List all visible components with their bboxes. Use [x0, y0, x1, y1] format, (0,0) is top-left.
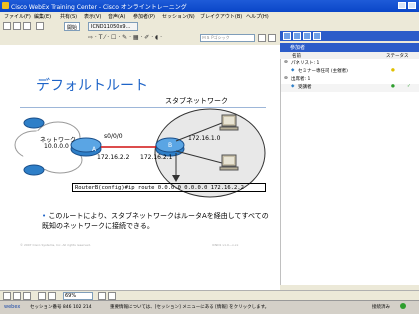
slide-bullet: • このルートにより、スタブネットワークはルータAを経由してすべての既知のネット… — [42, 212, 269, 230]
status-bar: webex セッション番号 846 102 214 重要情報については、[セッシ… — [0, 300, 419, 314]
presentation-stage: デフォルトルート スタブネットワーク ネットワーク 10.0.0.0 A B s… — [0, 45, 280, 290]
router-a-label: A — [92, 146, 97, 153]
notes-icon[interactable] — [303, 32, 311, 40]
router-b-label: B — [168, 142, 173, 149]
menu-participant[interactable]: 参加者(P) — [133, 13, 155, 20]
menu-help[interactable]: ヘルプ(H) — [246, 13, 269, 20]
font-field[interactable]: ＭＳ Pゴシック — [200, 34, 255, 42]
split-view-icon[interactable] — [23, 292, 31, 300]
menu-audio[interactable]: 音声(A) — [108, 13, 125, 20]
annotation-tools[interactable]: ⇨ · T ⁄ · ☐ · ✎ · ▦ · ✐ · ◖ · — [88, 34, 162, 41]
undo-icon[interactable] — [38, 292, 46, 300]
menu-edit[interactable]: 編集(E) — [34, 13, 51, 20]
route-command: RouterB(config)#ip route 0.0.0.0 0.0.0.0… — [72, 183, 266, 192]
slide-footer-right: ICND1 v1.0—x-xx — [212, 243, 239, 247]
zoom-select[interactable]: 69% — [63, 292, 93, 300]
document-toolbar: 開始 ICND11050x9... — [0, 21, 280, 31]
chat-icon[interactable] — [293, 32, 301, 40]
session-number: セッション番号 846 102 214 — [30, 305, 92, 310]
participants-header: 参加者 — [280, 43, 419, 52]
menu-session[interactable]: セッション(N) — [162, 13, 195, 20]
minimize-icon[interactable] — [398, 2, 406, 9]
pc-icon — [219, 114, 239, 131]
connection-status: 接続済み — [372, 305, 390, 310]
webex-logo: webex — [4, 304, 21, 310]
menu-file[interactable]: ファイル(F) — [4, 13, 31, 20]
interface-label: s0/0/0 — [104, 133, 123, 140]
list-item[interactable]: ⊖ パネリスト: 1 — [281, 60, 419, 68]
thumbnail-icon[interactable] — [3, 292, 11, 300]
next-page-icon[interactable] — [268, 34, 276, 42]
participants-list: ⊖ パネリスト: 1 ◆ セミナー専任司 (主催者) ● ⊖ 出席者: 1 ◆ 受講者 ● ✓ — [280, 59, 419, 285]
bullet-text: このルートにより、スタブネットワークはルータAを経由してすべての既知のネットワー… — [42, 212, 269, 230]
redo-icon[interactable] — [48, 292, 56, 300]
video-icon[interactable] — [313, 32, 321, 40]
tab-document[interactable]: ICND11050x9... — [88, 22, 138, 31]
close-icon[interactable] — [408, 2, 416, 9]
ip-lan: 172.16.1.0 — [188, 135, 221, 142]
list-item[interactable]: ◆ セミナー専任司 (主催者) ● — [281, 68, 419, 76]
network-address: 10.0.0.0 — [44, 143, 69, 150]
status-info: 重要情報については、[セッション] メニューにある [情報] をクリックします。 — [110, 305, 270, 310]
annotation-toolbar: ⇨ · T ⁄ · ☐ · ✎ · ▦ · ✐ · ◖ · ＭＳ Pゴシック — [0, 31, 280, 46]
ip-router-a: 172.16.2.2 — [97, 154, 130, 161]
network-diagram — [14, 108, 266, 198]
menu-share[interactable]: 共有(S) — [60, 13, 77, 20]
ip-router-b: 172.16.2.1 — [140, 154, 173, 161]
prev-page-icon[interactable] — [258, 34, 266, 42]
list-item[interactable]: ⊖ 出席者: 1 — [281, 76, 419, 84]
webex-app-icon — [2, 2, 9, 9]
save-icon[interactable] — [23, 22, 31, 30]
title-bar: Cisco WebEx Training Center - Cisco オンライ… — [0, 0, 419, 12]
open-icon[interactable] — [13, 22, 21, 30]
window-title: Cisco WebEx Training Center - Cisco オンライ… — [11, 4, 187, 11]
participants-panel: 参加者 名前 ステータス ⊖ パネリスト: 1 ◆ セミナー専任司 (主催者) ● ⊖… — [280, 21, 419, 310]
sync-icon[interactable] — [108, 292, 116, 300]
tab-start[interactable]: 開始 — [64, 22, 81, 31]
menu-view[interactable]: 表示(V) — [84, 13, 101, 20]
menu-bar: ファイル(F) 編集(E) 共有(S) 表示(V) 音声(A) 参加者(P) セ… — [0, 12, 419, 21]
panel-toolbar — [280, 31, 419, 41]
pc-icon — [219, 154, 239, 171]
list-item[interactable]: ◆ 受講者 ● ✓ — [281, 84, 419, 92]
connection-icon — [400, 303, 406, 309]
menu-breakout[interactable]: ブレイクアウト(B) — [200, 13, 242, 20]
participants-icon[interactable] — [283, 32, 291, 40]
slide-footer-left: © 2007 Cisco Systems, Inc. All rights re… — [20, 243, 91, 247]
panel-title: 参加者 — [290, 45, 306, 51]
new-document-icon[interactable] — [3, 22, 11, 30]
new-page-icon[interactable] — [36, 22, 44, 30]
fullscreen-icon[interactable] — [13, 292, 21, 300]
zoom-in-icon[interactable] — [98, 292, 106, 300]
